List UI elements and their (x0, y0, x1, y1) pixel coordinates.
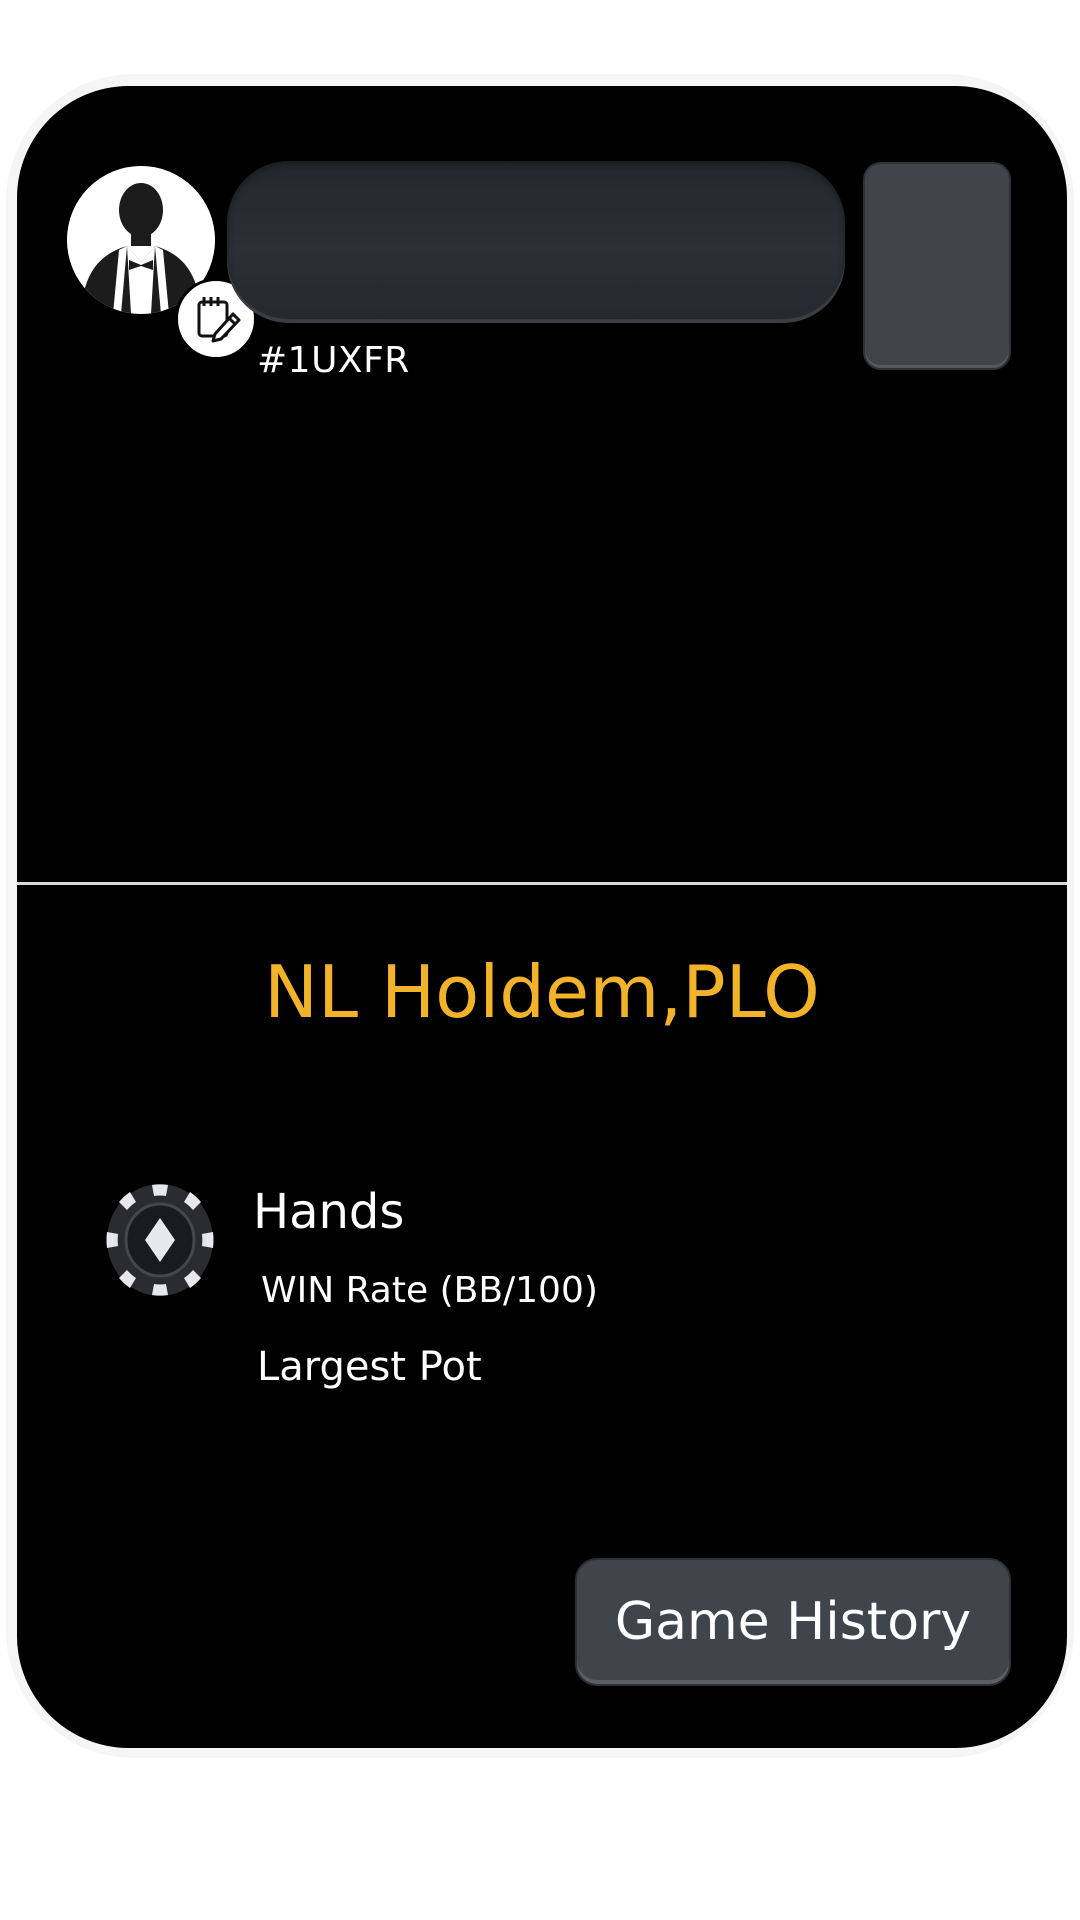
hands-label: Hands (253, 1184, 405, 1240)
win-rate-label: WIN Rate (BB/100) (261, 1270, 598, 1311)
largest-pot-label: Largest Pot (257, 1344, 482, 1390)
side-action-tile[interactable] (863, 162, 1011, 370)
section-divider (17, 882, 1067, 885)
poker-chip-icon (105, 1182, 215, 1298)
edit-notepad-icon (197, 297, 241, 343)
game-history-button[interactable]: Game History (575, 1558, 1011, 1686)
profile-card: #1UXFR NL Holdem,PLO Hands WIN Rate (BB/… (17, 86, 1067, 1748)
game-history-label: Game History (614, 1592, 972, 1652)
player-name-input[interactable] (227, 161, 845, 323)
player-id: #1UXFR (257, 340, 410, 381)
game-types-title: NL Holdem,PLO (264, 950, 820, 1034)
